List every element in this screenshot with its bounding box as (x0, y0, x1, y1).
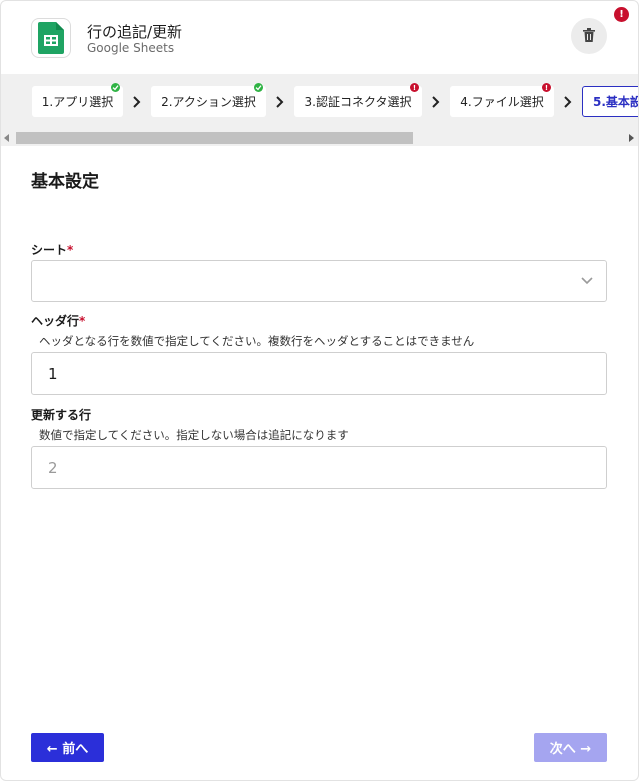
delete-button[interactable] (571, 18, 607, 54)
steps-bar: 1.アプリ選択 2.アクション選択 3.認証コネクタ選択 ! 4.ファイル選択 … (1, 74, 638, 146)
header-row-value: 1 (48, 364, 58, 383)
sheet-label-text: シート (31, 243, 68, 257)
chevron-right-icon (276, 96, 284, 108)
chevron-down-icon (581, 277, 593, 285)
step-app-select[interactable]: 1.アプリ選択 (32, 83, 123, 117)
header-row-label: ヘッダ行* (31, 312, 85, 329)
step-label: 4.ファイル選択 (460, 95, 544, 109)
required-mark: * (79, 314, 86, 328)
step-file-select[interactable]: 4.ファイル選択 ! (450, 83, 554, 117)
app-window: 行の追記/更新 Google Sheets ! 1.アプリ選択 2.アクション選… (0, 0, 639, 781)
chevron-right-icon (432, 96, 440, 108)
scroll-right-arrow-icon[interactable] (629, 134, 634, 142)
header-row-label-text: ヘッダ行 (31, 314, 80, 328)
prev-button[interactable]: ← 前へ (31, 733, 104, 762)
error-icon: ! (410, 83, 419, 92)
header-row-input[interactable]: 1 (31, 352, 607, 395)
step-basic-settings[interactable]: 5.基本設定 (582, 86, 638, 117)
update-row-input[interactable]: 2 (31, 446, 607, 489)
check-icon (111, 83, 120, 92)
alert-badge: ! (614, 7, 629, 22)
google-sheets-icon (31, 18, 71, 58)
step-label: 2.アクション選択 (161, 95, 256, 109)
error-icon: ! (542, 83, 551, 92)
scroll-left-arrow-icon[interactable] (4, 134, 9, 142)
next-button[interactable]: 次へ → (534, 733, 607, 762)
step-label: 5.基本設定 (593, 95, 638, 109)
page-subtitle: Google Sheets (87, 41, 175, 55)
chevron-right-icon (133, 96, 141, 108)
step-connector-select[interactable]: 3.認証コネクタ選択 ! (294, 83, 422, 117)
check-icon (254, 83, 263, 92)
scrollbar-thumb[interactable] (16, 132, 413, 144)
step-action-select[interactable]: 2.アクション選択 (151, 83, 266, 117)
chevron-right-icon (564, 96, 572, 108)
update-row-help: 数値で指定してください。指定しない場合は追記になります (39, 428, 349, 442)
section-title: 基本設定 (31, 172, 99, 192)
update-row-label: 更新する行 (31, 408, 92, 422)
sheet-label: シート* (31, 241, 73, 258)
sheet-select[interactable] (31, 260, 607, 302)
header-row-help: ヘッダとなる行を数値で指定してください。複数行をヘッダとすることはできません (39, 334, 475, 348)
update-row-placeholder: 2 (48, 458, 58, 477)
trash-icon (583, 27, 595, 46)
required-mark: * (67, 243, 74, 257)
page-title: 行の追記/更新 (87, 23, 183, 41)
step-label: 1.アプリ選択 (41, 95, 114, 109)
step-label: 3.認証コネクタ選択 (304, 95, 412, 109)
